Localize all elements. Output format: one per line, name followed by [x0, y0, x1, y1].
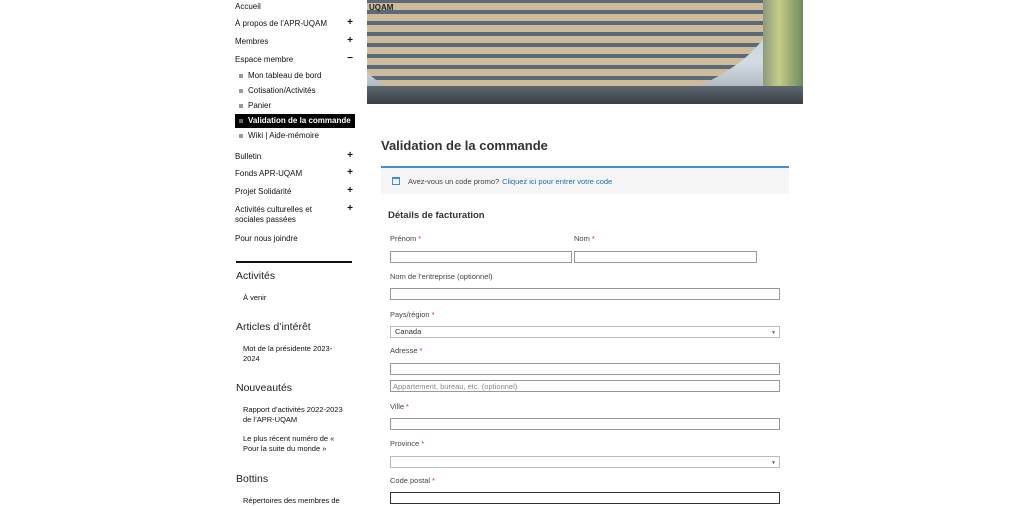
last-name-label-text: Nom — [574, 234, 590, 243]
first-name-label-text: Prénom — [390, 234, 417, 243]
page-title: Validation de la commande — [381, 138, 548, 153]
news-heading: Nouveautés — [236, 382, 293, 394]
company-input[interactable] — [390, 288, 780, 300]
bottins-link[interactable]: Répertoires des membres de — [243, 496, 343, 506]
sidebar-item-membres[interactable]: Membres + — [235, 35, 353, 49]
postal-label-text: Code postal — [390, 476, 431, 485]
province-label-text: Province — [390, 439, 420, 448]
country-select[interactable]: Canada ▼ — [390, 326, 780, 338]
sidebar-subitem-tableau-de-bord[interactable]: Mon tableau de bord — [235, 69, 355, 83]
sidebar-subitem-cotisation[interactable]: Cotisation/Activités — [235, 84, 355, 98]
required-mark: * — [421, 439, 425, 448]
bullet-icon — [239, 134, 243, 138]
news-link-bulletin[interactable]: Le plus récent numéro de « Pour la suite… — [243, 434, 343, 454]
bullet-icon — [239, 89, 243, 93]
address2-input[interactable] — [390, 380, 780, 392]
required-mark: * — [418, 234, 422, 243]
sidebar-item-label: Membres — [235, 37, 269, 46]
bullet-icon — [239, 74, 243, 78]
articles-heading: Articles d’intérêt — [236, 321, 311, 333]
sidebar-divider — [236, 261, 352, 263]
hero-image: UQAM — [367, 0, 803, 104]
sidebar-subitem-wiki[interactable]: Wiki | Aide-mémoire — [235, 129, 355, 143]
articles-link[interactable]: Mot de la présidente 2023-2024 — [243, 344, 343, 364]
sidebar-subitem-label: Panier — [248, 101, 272, 110]
address-label-text: Adresse — [390, 346, 418, 355]
promo-link[interactable]: Cliquez ici pour entrer votre code — [502, 177, 612, 186]
sidebar-item-label: Fonds APR-UQAM — [235, 169, 303, 178]
sidebar-item-espace-membre[interactable]: Espace membre − — [235, 53, 353, 67]
address-input[interactable] — [390, 363, 780, 375]
sidebar-item-label: Activités culturelles et sociales passée… — [235, 205, 312, 224]
address-label: Adresse * — [390, 346, 422, 355]
sidebar-item-accueil[interactable]: Accueil — [235, 0, 353, 14]
chevron-down-icon: ▼ — [771, 460, 776, 466]
collapse-icon[interactable]: − — [347, 54, 353, 64]
first-name-input[interactable] — [390, 251, 572, 263]
required-mark: * — [406, 402, 409, 411]
postal-label: Code postal * — [390, 476, 435, 485]
promo-notice: Avez-vous un code promo? Cliquez ici pou… — [381, 166, 789, 194]
sidebar-item-fonds[interactable]: Fonds APR-UQAM + — [235, 167, 353, 181]
sidebar-item-bulletin[interactable]: Bulletin + — [235, 150, 353, 164]
sidebar-item-projet-solidarite[interactable]: Projet Solidarité + — [235, 185, 353, 199]
province-label: Province * — [390, 439, 424, 448]
expand-icon[interactable]: + — [347, 18, 353, 28]
expand-icon[interactable]: + — [347, 168, 353, 178]
sidebar-subitem-label: Cotisation/Activités — [248, 86, 316, 95]
postal-input[interactable] — [390, 492, 780, 504]
sidebar-item-pour-nous-joindre[interactable]: Pour nous joindre — [235, 232, 353, 246]
sidebar-subitem-label: Mon tableau de bord — [248, 71, 322, 80]
sidebar-subitem-label: Validation de la commande — [248, 116, 351, 125]
required-mark: * — [431, 310, 435, 319]
company-label: Nom de l’entreprise (optionnel) — [390, 272, 493, 281]
ground-graphic — [367, 86, 803, 104]
city-label: Ville * — [390, 402, 409, 411]
country-label-text: Pays/région — [390, 310, 430, 319]
sidebar-item-a-propos[interactable]: À propos de l’APR-UQAM + — [235, 17, 353, 31]
activities-heading: Activités — [236, 270, 276, 282]
expand-icon[interactable]: + — [347, 36, 353, 46]
building-logo: UQAM — [369, 3, 394, 12]
bottins-heading: Bottins — [236, 473, 269, 485]
activities-link[interactable]: À venir — [243, 293, 343, 303]
required-mark: * — [419, 346, 423, 355]
required-mark: * — [591, 234, 595, 243]
chevron-down-icon: ▼ — [771, 330, 776, 336]
billing-title: Détails de facturation — [388, 210, 485, 221]
bullet-icon — [239, 119, 243, 123]
last-name-label: Nom * — [574, 234, 595, 243]
sidebar-item-activites-passees[interactable]: Activités culturelles et sociales passée… — [235, 203, 353, 227]
sidebar-item-label: À propos de l’APR-UQAM — [235, 19, 328, 28]
sidebar-item-label: Bulletin — [235, 152, 262, 161]
sidebar-item-label: Accueil — [235, 2, 261, 11]
news-link-rapport[interactable]: Rapport d’activités 2022-2023 de l’APR-U… — [243, 405, 343, 425]
last-name-input[interactable] — [574, 251, 757, 263]
calendar-icon — [392, 177, 400, 185]
sidebar-item-label: Espace membre — [235, 55, 294, 64]
sidebar-subitem-validation[interactable]: Validation de la commande — [235, 114, 355, 128]
province-select[interactable]: ▼ — [390, 456, 780, 468]
expand-icon[interactable]: + — [347, 204, 353, 214]
sidebar-item-label: Projet Solidarité — [235, 187, 292, 196]
expand-icon[interactable]: + — [347, 151, 353, 161]
city-label-text: Ville — [390, 402, 405, 411]
sidebar-subitem-panier[interactable]: Panier — [235, 99, 355, 113]
sidebar-subitem-label: Wiki | Aide-mémoire — [248, 131, 319, 140]
required-mark: * — [432, 476, 435, 485]
country-label: Pays/région * — [390, 310, 435, 319]
city-input[interactable] — [390, 418, 780, 430]
expand-icon[interactable]: + — [347, 186, 353, 196]
sidebar-item-label: Pour nous joindre — [235, 234, 298, 243]
country-select-value: Canada — [395, 327, 422, 336]
bullet-icon — [239, 104, 243, 108]
promo-text: Avez-vous un code promo? — [408, 176, 500, 186]
first-name-label: Prénom * — [390, 234, 421, 243]
